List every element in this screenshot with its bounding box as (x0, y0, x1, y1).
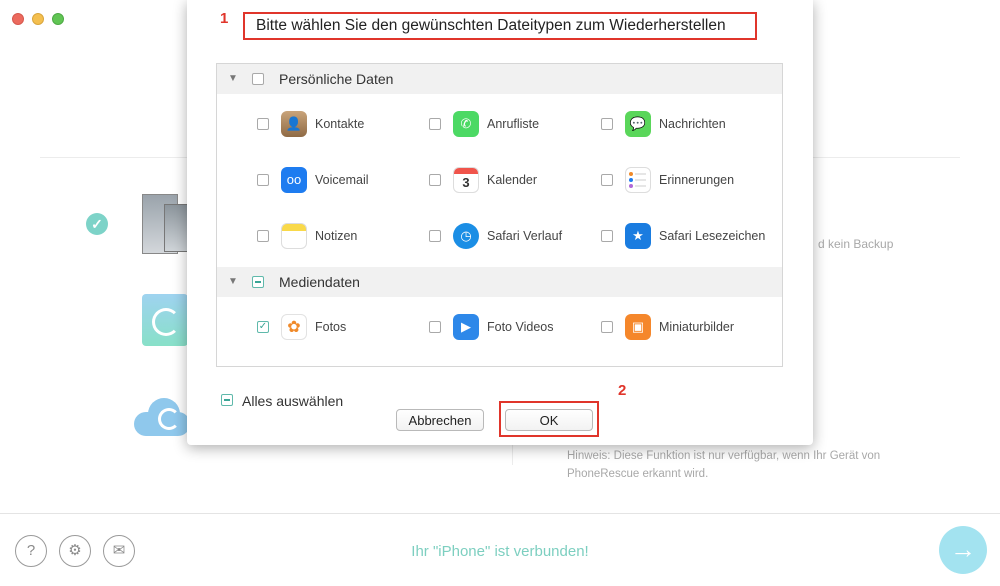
section-label: Mediendaten (279, 274, 360, 290)
item-checkbox[interactable] (429, 118, 441, 130)
notes-icon (281, 223, 307, 249)
section-checkbox[interactable] (252, 276, 264, 288)
messages-icon: 💬 (625, 111, 651, 137)
item-checkbox[interactable] (601, 174, 613, 186)
file-type-list: ▼ Persönliche Daten 👤 Kontakte ✆ Anrufli… (216, 63, 783, 367)
arrow-right-icon: → (950, 534, 976, 564)
section-checkbox[interactable] (252, 73, 264, 85)
item-label: Voicemail (315, 173, 369, 187)
select-all-label: Alles auswählen (242, 393, 344, 409)
file-type-dialog: 1 Bitte wählen Sie den gewünschten Datei… (187, 0, 813, 445)
item-checkbox[interactable] (429, 174, 441, 186)
disclosure-triangle-icon[interactable]: ▼ (228, 276, 238, 287)
safari-history-icon: ◷ (453, 223, 479, 249)
ok-button[interactable]: OK (505, 409, 593, 431)
voicemail-icon: oo (281, 167, 307, 193)
item-label: Kalender (487, 173, 538, 187)
calendar-day: 3 (462, 175, 470, 190)
photos-icon: ✿ (281, 314, 307, 340)
calendar-icon: 3 (453, 167, 479, 193)
check-icon: ✓ (86, 213, 108, 235)
item-label: Nachrichten (659, 117, 726, 131)
item-label: Safari Lesezeichen (659, 229, 766, 243)
device-backup-icon[interactable] (142, 194, 192, 254)
hint-line: Hinweis: Diese Funktion ist nur verfügba… (567, 450, 881, 462)
safari-bookmarks-icon: ★ (625, 223, 651, 249)
icloud-icon[interactable] (134, 398, 190, 438)
footer-divider (0, 513, 1000, 514)
minimize-window-button[interactable] (32, 13, 44, 25)
item-checkbox[interactable] (257, 174, 269, 186)
item-label: Safari Verlauf (487, 229, 563, 243)
item-checkbox[interactable] (601, 230, 613, 242)
reminders-icon (625, 167, 651, 193)
next-button[interactable]: → (939, 526, 987, 574)
item-label: Anrufliste (487, 117, 540, 131)
no-backup-text: d kein Backup (818, 237, 894, 251)
section-media-data[interactable]: ▼ Mediendaten (217, 267, 782, 297)
itunes-backup-folder-icon[interactable] (142, 294, 188, 346)
annotation-marker-1: 1 (220, 10, 229, 27)
item-checkbox-checked[interactable]: ✓ (257, 321, 269, 333)
phone-icon: ✆ (453, 111, 479, 137)
item-checkbox[interactable] (601, 321, 613, 333)
item-checkbox[interactable] (601, 118, 613, 130)
connection-status: Ihr "iPhone" ist verbunden! (411, 543, 589, 560)
item-checkbox[interactable] (257, 230, 269, 242)
item-checkbox[interactable] (429, 321, 441, 333)
item-label: Erinnerungen (659, 173, 735, 187)
item-checkbox[interactable] (257, 118, 269, 130)
thumbnails-icon: ▣ (625, 314, 651, 340)
hint-line: PhoneRescue erkannt wird. (567, 468, 709, 480)
item-label: Miniaturbilder (659, 320, 735, 334)
contacts-icon: 👤 (281, 111, 307, 137)
item-label: Notizen (315, 229, 358, 243)
disclosure-triangle-icon[interactable]: ▼ (228, 73, 238, 84)
zoom-window-button[interactable] (52, 13, 64, 25)
close-window-button[interactable] (12, 13, 24, 25)
section-personal-data[interactable]: ▼ Persönliche Daten (217, 64, 782, 94)
annotation-marker-2: 2 (618, 382, 627, 399)
select-all-checkbox[interactable] (221, 394, 233, 406)
cancel-button[interactable]: Abbrechen (396, 409, 484, 431)
hint-text: Hinweis: Diese Funktion ist nur verfügba… (567, 447, 927, 483)
item-label: Fotos (315, 320, 347, 334)
item-label: Foto Videos (487, 320, 554, 334)
photo-videos-icon: ▶ (453, 314, 479, 340)
divider (512, 445, 513, 465)
item-label: Kontakte (315, 117, 365, 131)
dialog-title: Bitte wählen Sie den gewünschten Dateity… (243, 12, 757, 40)
section-label: Persönliche Daten (279, 71, 394, 87)
item-checkbox[interactable] (429, 230, 441, 242)
